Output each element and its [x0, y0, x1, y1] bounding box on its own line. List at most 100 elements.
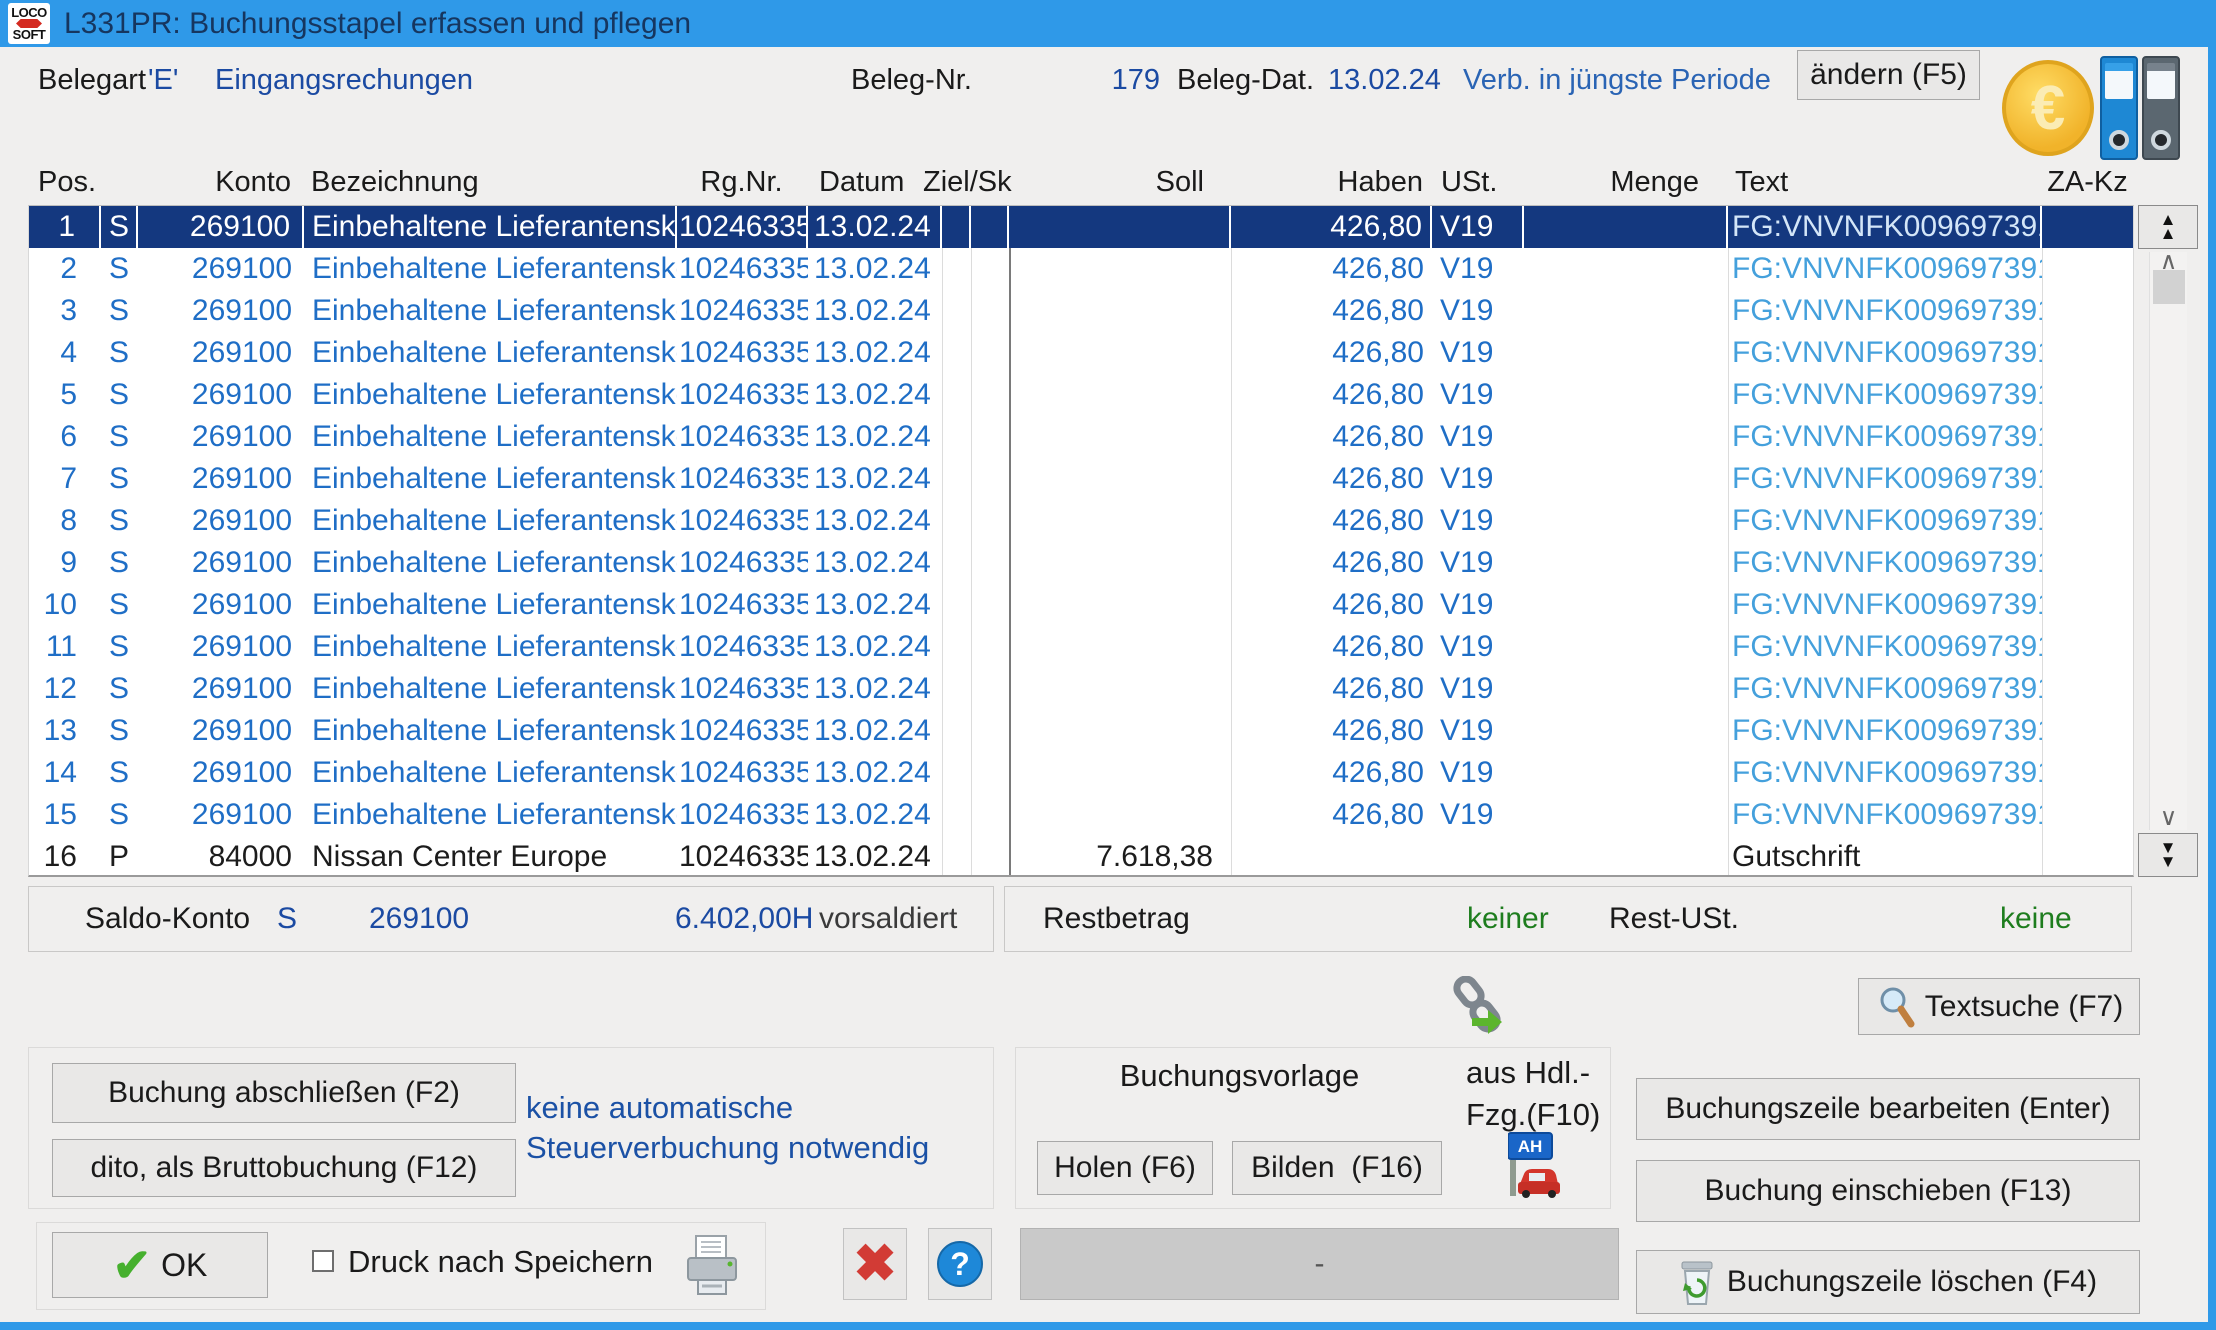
cell-datum: 13.02.24 [808, 500, 942, 542]
cell-bez: Einbehaltene Lieferantensko [304, 542, 677, 584]
scroll-down-arrow-icon[interactable]: ∨ [2150, 808, 2187, 828]
aendern-button[interactable]: ändern (F5) [1797, 50, 1980, 100]
column-header: Datum [807, 164, 941, 202]
cell-ziel [942, 416, 971, 458]
cell-datum: 13.02.24 [808, 794, 942, 836]
buchungsvorlage-title: Buchungsvorlage [1037, 1058, 1442, 1094]
double-down-arrow-icon: ▼ [2160, 855, 2177, 869]
bruttobuchung-button[interactable]: dito, als Bruttobuchung (F12) [52, 1139, 516, 1197]
table-row[interactable]: 9S269100Einbehaltene Lieferantensko10246… [29, 542, 2133, 584]
dealer-vehicle-car-icon[interactable]: AH [1508, 1132, 1560, 1198]
table-row[interactable]: 1S269100Einbehaltene Lieferantensko10246… [29, 206, 2133, 248]
textsuche-label: Textsuche (F7) [1925, 990, 2123, 1024]
cell-text: FG:VNVNFK0096973911 [1728, 248, 2042, 290]
cell-menge [1524, 416, 1728, 458]
table-row[interactable]: 15S269100Einbehaltene Lieferantensko1024… [29, 794, 2133, 836]
cell-menge [1524, 332, 1728, 374]
cell-menge [1524, 248, 1728, 290]
cell-bez: Nissan Center Europe [304, 836, 677, 878]
cell-bez: Einbehaltene Lieferantensko [304, 206, 677, 248]
table-row[interactable]: 7S269100Einbehaltene Lieferantensko10246… [29, 458, 2133, 500]
cell-sh: P [101, 836, 138, 878]
title-bar: LOCO SOFT L331PR: Buchungsstapel erfasse… [0, 0, 2216, 47]
column-header: Menge [1523, 164, 1727, 202]
druck-nach-speichern-checkbox[interactable] [312, 1250, 334, 1272]
window-border-bottom [0, 1322, 2216, 1330]
zeile-loeschen-button[interactable]: Buchungszeile löschen (F4) [1636, 1250, 2140, 1314]
cell-ziel [942, 710, 971, 752]
scroll-page-down-button[interactable]: ▼ ▼ [2138, 833, 2198, 877]
cell-konto: 269100 [138, 206, 304, 248]
table-row[interactable]: 12S269100Einbehaltene Lieferantensko1024… [29, 668, 2133, 710]
cell-rgnr: 10246335 [677, 332, 808, 374]
column-header: Rg.Nr. [676, 164, 807, 202]
cell-haben: 426,80 [1231, 416, 1432, 458]
column-header: Konto [137, 164, 303, 202]
scroll-up-arrow-icon[interactable]: ∧ [2150, 252, 2187, 272]
table-row[interactable]: 4S269100Einbehaltene Lieferantensko10246… [29, 332, 2133, 374]
table-row[interactable]: 5S269100Einbehaltene Lieferantensko10246… [29, 374, 2133, 416]
ok-button[interactable]: ✔ OK [52, 1232, 268, 1298]
cell-soll [1009, 248, 1231, 290]
textsuche-button[interactable]: Textsuche (F7) [1858, 978, 2140, 1035]
red-x-icon: ✖ [853, 1234, 897, 1294]
printer-icon[interactable] [684, 1234, 740, 1298]
steuer-note-line1: keine automatische [526, 1088, 929, 1128]
cell-pos: 15 [29, 794, 101, 836]
cell-sh: S [101, 584, 138, 626]
cell-haben: 426,80 [1231, 668, 1432, 710]
cell-text: FG:VNVNFK0096973911 [1728, 458, 2042, 500]
cell-rgnr: 10246335 [677, 836, 808, 878]
table-row[interactable]: 14S269100Einbehaltene Lieferantensko1024… [29, 752, 2133, 794]
cell-konto: 269100 [138, 458, 304, 500]
cell-text: FG:VNVNFK0096973911 [1728, 668, 2042, 710]
cell-konto: 269100 [138, 290, 304, 332]
cell-pos: 9 [29, 542, 101, 584]
table-row[interactable]: 11S269100Einbehaltene Lieferantensko1024… [29, 626, 2133, 668]
cell-konto: 269100 [138, 332, 304, 374]
cell-datum: 13.02.24 [808, 458, 942, 500]
scrollbar-track[interactable]: ∧ ∨ [2149, 252, 2187, 830]
cell-menge [1524, 752, 1728, 794]
cell-haben: 426,80 [1231, 206, 1432, 248]
holen-button[interactable]: Holen (F6) [1037, 1141, 1213, 1195]
saldo-amount: 6.402,00H [675, 887, 813, 951]
cell-pos: 11 [29, 626, 101, 668]
rest-label: Restbetrag [1043, 887, 1190, 951]
binder-label [2147, 63, 2175, 99]
bilden-button[interactable]: Bilden (F16) [1232, 1141, 1442, 1195]
cell-soll [1009, 500, 1231, 542]
cancel-button[interactable]: ✖ [843, 1228, 907, 1300]
help-button[interactable]: ? [928, 1228, 992, 1300]
cell-konto: 269100 [138, 500, 304, 542]
app-window: LOCO SOFT L331PR: Buchungsstapel erfasse… [0, 0, 2216, 1330]
buchung-abschliessen-button[interactable]: Buchung abschließen (F2) [52, 1063, 516, 1123]
cell-datum: 13.02.24 [808, 206, 942, 248]
cell-datum: 13.02.24 [808, 542, 942, 584]
table-row[interactable]: 16P84000Nissan Center Europe1024633513.0… [29, 836, 2133, 878]
belegart-code: 'E' [148, 60, 178, 100]
table-row[interactable]: 10S269100Einbehaltene Lieferantensko1024… [29, 584, 2133, 626]
cell-sk [971, 374, 1009, 416]
cell-pos: 12 [29, 668, 101, 710]
euro-coin-icon: € [2002, 60, 2094, 156]
table-row[interactable]: 3S269100Einbehaltene Lieferantensko10246… [29, 290, 2133, 332]
table-row[interactable]: 8S269100Einbehaltene Lieferantensko10246… [29, 500, 2133, 542]
table-row[interactable]: 6S269100Einbehaltene Lieferantensko10246… [29, 416, 2133, 458]
cell-ust: V19 [1432, 752, 1524, 794]
cell-text: FG:VNVNFK0096973911 [1728, 584, 2042, 626]
buchung-einschieben-button[interactable]: Buchung einschieben (F13) [1636, 1160, 2140, 1222]
table-row[interactable]: 13S269100Einbehaltene Lieferantensko1024… [29, 710, 2133, 752]
cell-datum: 13.02.24 [808, 584, 942, 626]
aus-hdl-fzg-label: aus Hdl.- Fzg.(F10) [1466, 1052, 1600, 1136]
cell-zakz [2042, 584, 2135, 626]
zeile-bearbeiten-button[interactable]: Buchungszeile bearbeiten (Enter) [1636, 1078, 2140, 1140]
table-row[interactable]: 2S269100Einbehaltene Lieferantensko10246… [29, 248, 2133, 290]
scroll-page-up-button[interactable]: ▲ ▲ [2138, 205, 2198, 249]
cell-ust: V19 [1432, 290, 1524, 332]
scrollbar-thumb[interactable] [2153, 270, 2185, 304]
cell-ust: V19 [1432, 416, 1524, 458]
cell-sh: S [101, 542, 138, 584]
cell-ust: V19 [1432, 584, 1524, 626]
aus-hdl-line1: aus Hdl.- [1466, 1052, 1600, 1094]
